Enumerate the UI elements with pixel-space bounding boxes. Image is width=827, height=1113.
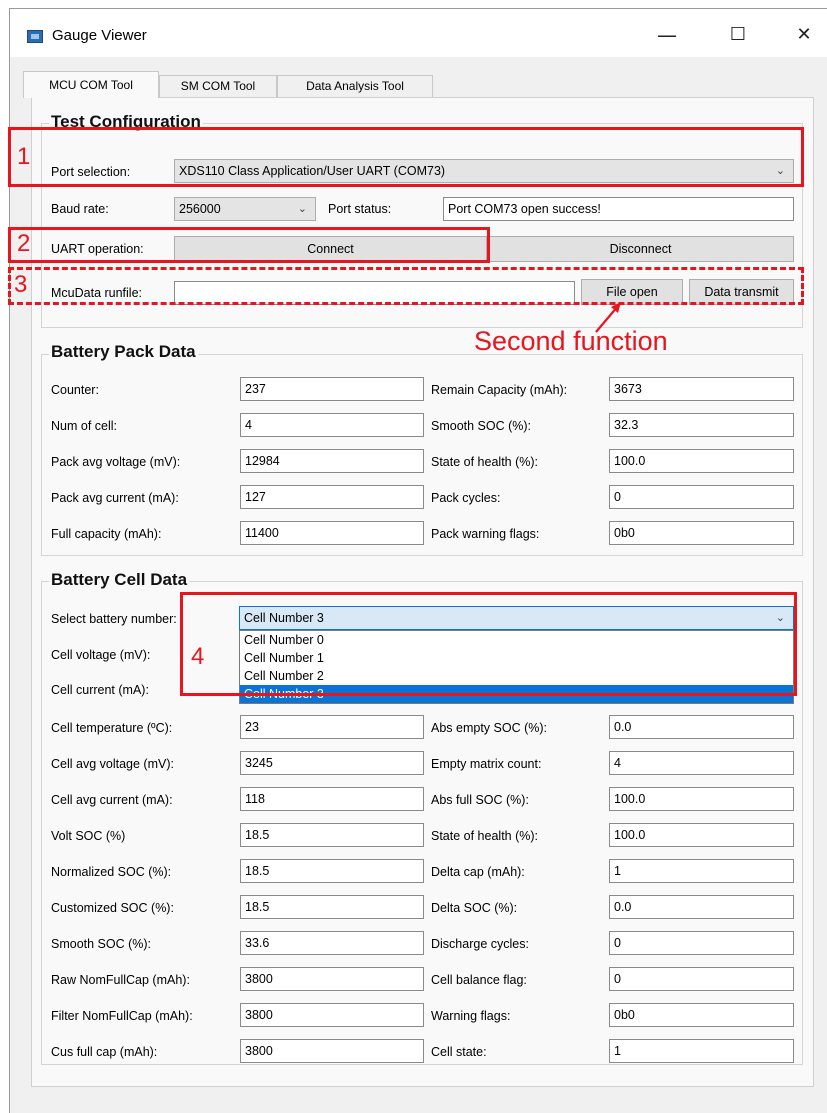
cell-field: 1 — [609, 859, 794, 883]
app-icon — [27, 30, 43, 43]
cell-label: Volt SOC (%) — [51, 829, 126, 843]
annotation-box-4 — [180, 592, 797, 696]
cell-label: Cell balance flag: — [431, 973, 527, 987]
cell-field: 3800 — [240, 1039, 424, 1063]
pack-field: 0 — [609, 485, 794, 509]
pack-field: 0b0 — [609, 521, 794, 545]
cell-label: Delta cap (mAh): — [431, 865, 525, 879]
pack-field: 32.3 — [609, 413, 794, 437]
pack-label: Smooth SOC (%): — [431, 419, 532, 433]
cell-label: Normalized SOC (%): — [51, 865, 172, 879]
port-status-field: Port COM73 open success! — [443, 197, 794, 221]
cell-label: Raw NomFullCap (mAh): — [51, 973, 190, 987]
cell-field: 3800 — [240, 1003, 424, 1027]
cell-field: 33.6 — [240, 931, 424, 955]
annotation-number-4: 4 — [191, 643, 205, 670]
cell-label: Warning flags: — [431, 1009, 511, 1023]
cell-field: 0b0 — [609, 1003, 794, 1027]
cell-label: Cus full cap (mAh): — [51, 1045, 158, 1059]
cell-field: 23 — [240, 715, 424, 739]
pack-field: 4 — [240, 413, 424, 437]
chevron-down-icon: ⌄ — [297, 203, 307, 215]
cell-field: 100.0 — [609, 787, 794, 811]
cell-label: Filter NomFullCap (mAh): — [51, 1009, 193, 1023]
cell-label: Cell state: — [431, 1045, 487, 1059]
baud-rate-label: Baud rate: — [51, 202, 109, 216]
cell-label: Cell avg voltage (mV): — [51, 757, 174, 771]
pack-label: Remain Capacity (mAh): — [431, 383, 568, 397]
annotation-number-3: 3 — [14, 271, 28, 298]
pack-label: Pack warning flags: — [431, 527, 540, 541]
disconnect-button[interactable]: Disconnect — [487, 236, 794, 262]
tab-mcu-com-tool[interactable]: MCU COM Tool — [23, 71, 159, 98]
pack-label: Num of cell: — [51, 419, 117, 433]
battery-pack-data-title: Battery Pack Data — [49, 342, 198, 362]
cell-field: 3245 — [240, 751, 424, 775]
window-title: Gauge Viewer — [52, 27, 147, 44]
cell-field: 0.0 — [609, 715, 794, 739]
tab-data-analysis-tool[interactable]: Data Analysis Tool — [277, 75, 433, 97]
pack-label: Pack avg current (mA): — [51, 491, 179, 505]
baud-rate-combo[interactable]: 256000 ⌄ — [174, 197, 316, 221]
cell-label: Abs empty SOC (%): — [431, 721, 547, 735]
cell-field: 100.0 — [609, 823, 794, 847]
pack-field: 237 — [240, 377, 424, 401]
cell-field: 1 — [609, 1039, 794, 1063]
annotation-number-2: 2 — [17, 230, 31, 257]
close-button[interactable]: ✕ — [792, 25, 816, 47]
cell-field: 118 — [240, 787, 424, 811]
cell-field: 0 — [609, 931, 794, 955]
baud-rate-value: 256000 — [179, 202, 221, 216]
pack-field: 127 — [240, 485, 424, 509]
cell-voltage-label: Cell voltage (mV): — [51, 648, 151, 662]
tab-bar: MCU COM Tool SM COM Tool Data Analysis T… — [10, 71, 827, 98]
pack-label: State of health (%): — [431, 455, 539, 469]
cell-field: 0 — [609, 967, 794, 991]
cell-field: 3800 — [240, 967, 424, 991]
annotation-box-3 — [8, 267, 804, 305]
tab-sm-com-tool[interactable]: SM COM Tool — [159, 75, 277, 97]
cell-field: 18.5 — [240, 895, 424, 919]
select-battery-number-label: Select battery number: — [51, 612, 177, 626]
cell-label: Empty matrix count: — [431, 757, 542, 771]
cell-field: 0.0 — [609, 895, 794, 919]
cell-label: Abs full SOC (%): — [431, 793, 529, 807]
pack-field: 11400 — [240, 521, 424, 545]
maximize-button[interactable]: ☐ — [726, 25, 750, 47]
annotation-number-1: 1 — [17, 143, 31, 170]
pack-label: Pack cycles: — [431, 491, 501, 505]
minimize-button[interactable]: — — [655, 25, 679, 47]
cell-label: State of health (%): — [431, 829, 539, 843]
pack-field: 3673 — [609, 377, 794, 401]
annotation-box-2 — [8, 227, 490, 263]
cell-field: 18.5 — [240, 859, 424, 883]
pack-field: 100.0 — [609, 449, 794, 473]
cell-field: 4 — [609, 751, 794, 775]
title-bar: Gauge Viewer — ☐ ✕ — [10, 9, 827, 57]
cell-current-label: Cell current (mA): — [51, 683, 149, 697]
port-status-label: Port status: — [328, 202, 392, 216]
cell-field: 18.5 — [240, 823, 424, 847]
annotation-box-1 — [8, 127, 804, 187]
cell-label: Discharge cycles: — [431, 937, 529, 951]
battery-cell-data-title: Battery Cell Data — [49, 570, 190, 590]
pack-label: Pack avg voltage (mV): — [51, 455, 181, 469]
cell-label: Delta SOC (%): — [431, 901, 518, 915]
pack-label: Counter: — [51, 383, 99, 397]
cell-label: Cell temperature (ºC): — [51, 721, 173, 735]
annotation-second-function: Second function — [474, 326, 668, 356]
pack-field: 12984 — [240, 449, 424, 473]
cell-label: Cell avg current (mA): — [51, 793, 173, 807]
cell-label: Smooth SOC (%): — [51, 937, 152, 951]
pack-label: Full capacity (mAh): — [51, 527, 162, 541]
cell-label: Customized SOC (%): — [51, 901, 174, 915]
